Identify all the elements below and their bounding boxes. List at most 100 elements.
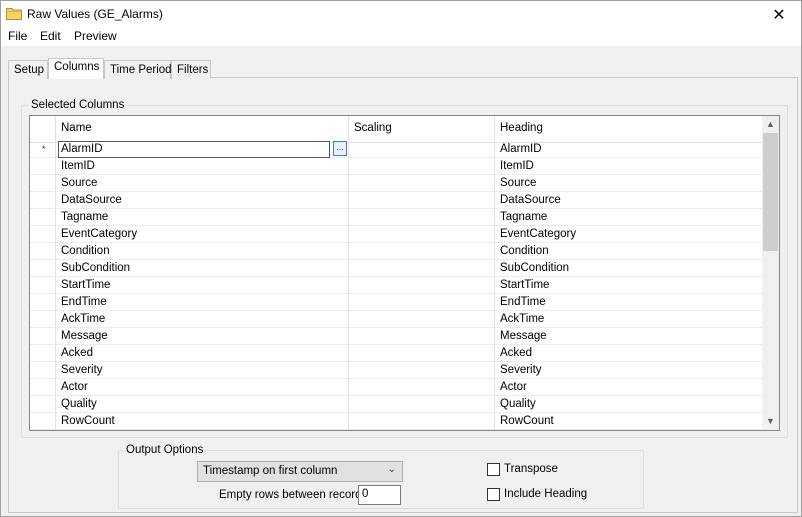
browse-ellipsis-button[interactable]: ... (333, 141, 347, 156)
row-selector[interactable] (30, 396, 56, 413)
row-selector[interactable] (30, 158, 56, 175)
column-header-heading[interactable]: Heading (495, 116, 763, 143)
row-selector[interactable] (30, 328, 56, 345)
close-button[interactable]: ✕ (757, 1, 801, 28)
cell-heading[interactable]: Tagname (495, 209, 763, 226)
include-heading-checkbox[interactable] (487, 488, 500, 501)
cell-name[interactable]: ItemID (56, 158, 349, 175)
column-header-scaling[interactable]: Scaling (349, 116, 495, 143)
name-edit-input[interactable]: AlarmID (58, 141, 330, 158)
row-selector[interactable] (30, 209, 56, 226)
table-row[interactable]: DataSource DataSource (30, 192, 763, 209)
cell-name[interactable]: EndTime (56, 294, 349, 311)
cell-scaling[interactable] (349, 175, 495, 192)
cell-heading[interactable]: Acked (495, 345, 763, 362)
cell-name[interactable]: Severity (56, 362, 349, 379)
row-selector[interactable] (30, 226, 56, 243)
cell-heading[interactable]: RowCount (495, 413, 763, 430)
cell-heading[interactable]: Condition (495, 243, 763, 260)
scroll-down-icon[interactable]: ▼ (762, 413, 779, 430)
cell-scaling[interactable] (349, 362, 495, 379)
row-selector[interactable] (30, 294, 56, 311)
cell-heading[interactable]: Actor (495, 379, 763, 396)
cell-heading[interactable]: Severity (495, 362, 763, 379)
transpose-checkbox[interactable] (487, 463, 500, 476)
cell-name[interactable]: EventCategory (56, 226, 349, 243)
row-selector[interactable] (30, 413, 56, 430)
cell-name[interactable]: AckTime (56, 311, 349, 328)
cell-name[interactable]: Tagname (56, 209, 349, 226)
menu-preview[interactable]: Preview (74, 29, 117, 43)
cell-scaling[interactable] (349, 277, 495, 294)
row-selector[interactable]: * (30, 141, 56, 158)
cell-scaling[interactable] (349, 379, 495, 396)
cell-scaling[interactable] (349, 209, 495, 226)
menu-file[interactable]: File (8, 29, 27, 43)
cell-name[interactable]: Source (56, 175, 349, 192)
cell-scaling[interactable] (349, 311, 495, 328)
row-selector[interactable] (30, 277, 56, 294)
cell-heading[interactable]: StartTime (495, 277, 763, 294)
column-header-name[interactable]: Name (56, 116, 349, 143)
cell-heading[interactable]: Message (495, 328, 763, 345)
timestamp-select[interactable]: Timestamp on first column ⌄ (197, 461, 403, 482)
table-row[interactable]: Quality Quality (30, 396, 763, 413)
tab-time-period[interactable]: Time Period (104, 60, 172, 79)
table-row[interactable]: Tagname Tagname (30, 209, 763, 226)
row-selector[interactable] (30, 175, 56, 192)
cell-name[interactable]: DataSource (56, 192, 349, 209)
cell-heading[interactable]: EndTime (495, 294, 763, 311)
cell-scaling[interactable] (349, 413, 495, 430)
cell-heading[interactable]: AckTime (495, 311, 763, 328)
table-row[interactable]: EventCategory EventCategory (30, 226, 763, 243)
cell-scaling[interactable] (349, 345, 495, 362)
row-selector[interactable] (30, 362, 56, 379)
menu-edit[interactable]: Edit (40, 29, 61, 43)
cell-scaling[interactable] (349, 141, 495, 158)
tab-filters[interactable]: Filters (171, 60, 211, 79)
table-row[interactable]: StartTime StartTime (30, 277, 763, 294)
tab-columns[interactable]: Columns (48, 58, 104, 79)
table-row[interactable]: Condition Condition (30, 243, 763, 260)
row-selector[interactable] (30, 379, 56, 396)
cell-name[interactable]: Message (56, 328, 349, 345)
table-row[interactable]: Source Source (30, 175, 763, 192)
cell-scaling[interactable] (349, 260, 495, 277)
cell-name[interactable]: SubCondition (56, 260, 349, 277)
table-row[interactable]: * AlarmID AlarmID... (30, 141, 763, 158)
cell-heading[interactable]: SubCondition (495, 260, 763, 277)
row-selector[interactable] (30, 345, 56, 362)
table-row[interactable]: Severity Severity (30, 362, 763, 379)
table-row[interactable]: ItemID ItemID (30, 158, 763, 175)
cell-scaling[interactable] (349, 294, 495, 311)
table-row[interactable]: Actor Actor (30, 379, 763, 396)
empty-rows-input[interactable]: 0 (358, 485, 401, 505)
table-row[interactable]: AckTime AckTime (30, 311, 763, 328)
tab-setup[interactable]: Setup (8, 60, 48, 79)
cell-scaling[interactable] (349, 192, 495, 209)
table-row[interactable]: EndTime EndTime (30, 294, 763, 311)
table-row[interactable]: RowCount RowCount (30, 413, 763, 430)
cell-scaling[interactable] (349, 158, 495, 175)
cell-name[interactable]: Acked (56, 345, 349, 362)
row-selector[interactable] (30, 311, 56, 328)
vertical-scrollbar[interactable]: ▲ ▼ (762, 116, 779, 430)
cell-name[interactable]: RowCount (56, 413, 349, 430)
cell-heading[interactable]: AlarmID (495, 141, 763, 158)
table-row[interactable]: Message Message (30, 328, 763, 345)
scroll-up-icon[interactable]: ▲ (762, 116, 779, 133)
scroll-thumb[interactable] (763, 133, 778, 251)
cell-heading[interactable]: Quality (495, 396, 763, 413)
cell-name[interactable]: StartTime (56, 277, 349, 294)
cell-scaling[interactable] (349, 328, 495, 345)
row-selector[interactable] (30, 243, 56, 260)
cell-heading[interactable]: DataSource (495, 192, 763, 209)
cell-heading[interactable]: ItemID (495, 158, 763, 175)
row-selector[interactable] (30, 260, 56, 277)
cell-scaling[interactable] (349, 243, 495, 260)
cell-scaling[interactable] (349, 396, 495, 413)
cell-name[interactable]: Actor (56, 379, 349, 396)
cell-name[interactable]: Condition (56, 243, 349, 260)
table-row[interactable]: Acked Acked (30, 345, 763, 362)
cell-heading[interactable]: EventCategory (495, 226, 763, 243)
